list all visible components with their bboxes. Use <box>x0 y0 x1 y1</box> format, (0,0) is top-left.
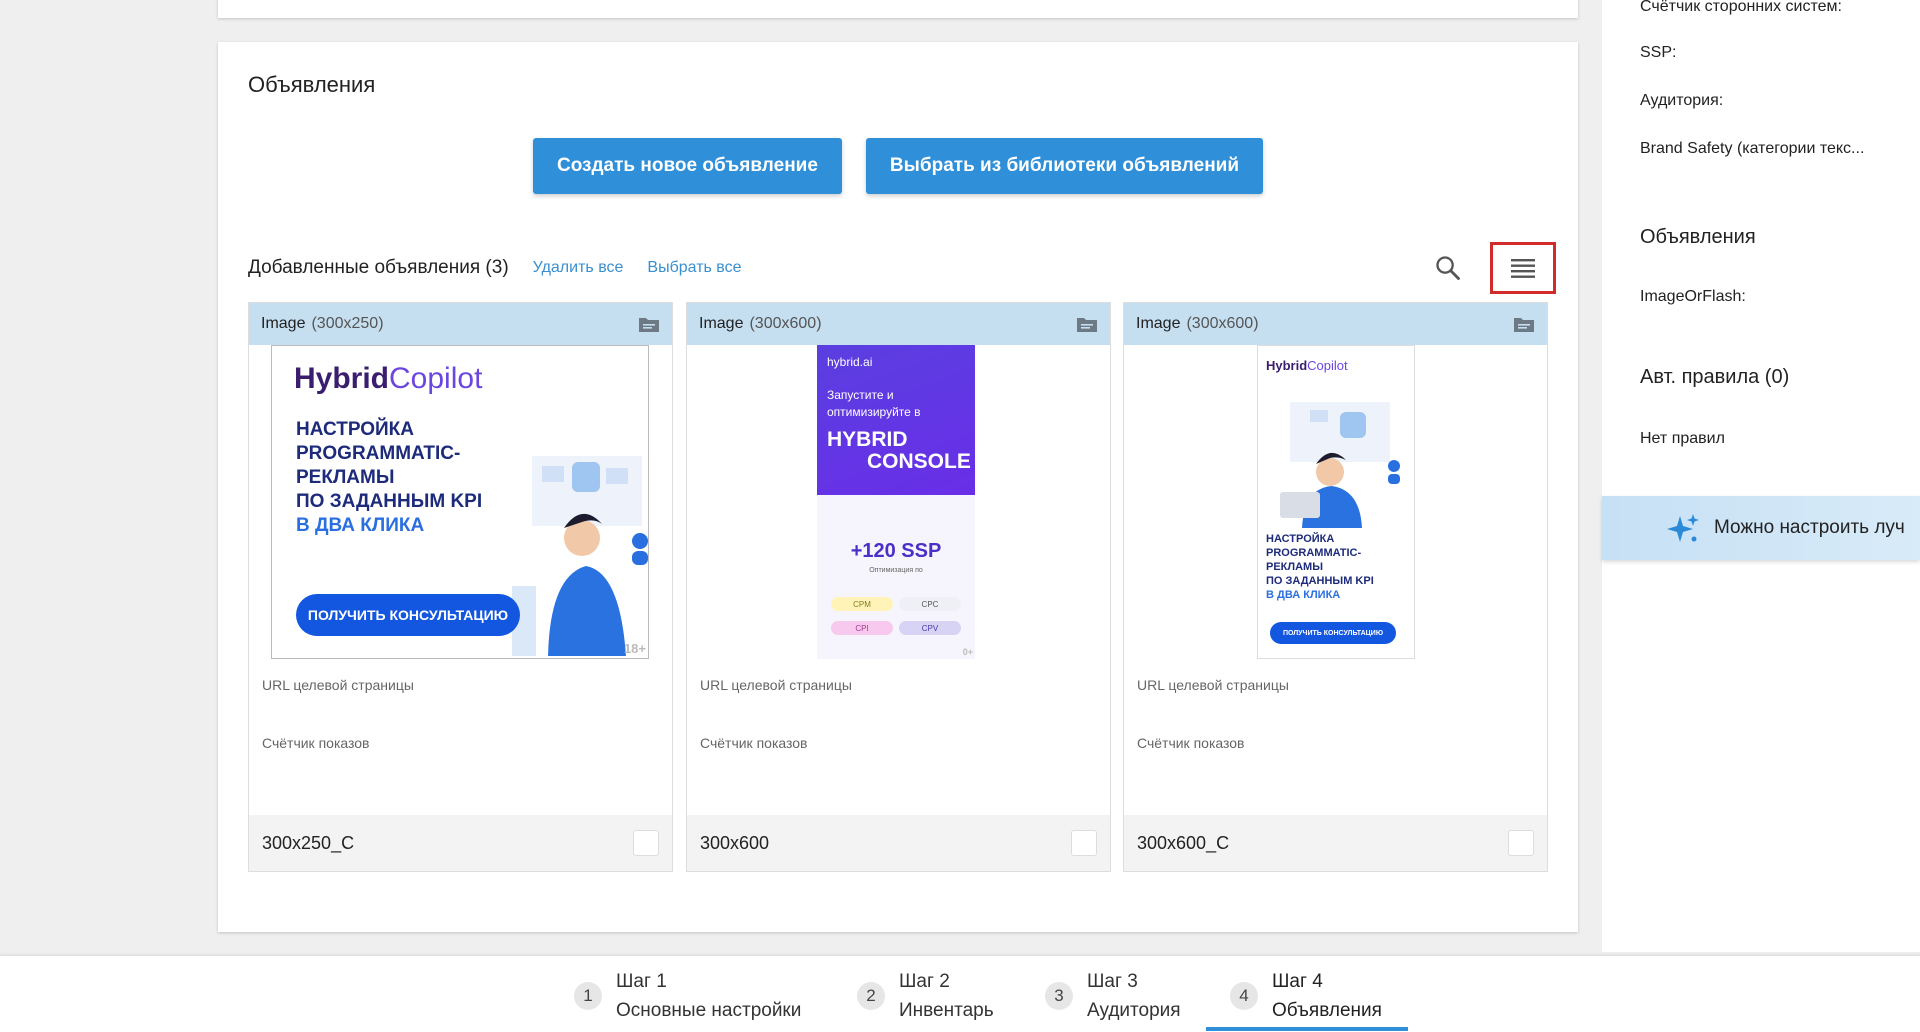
ad-size: (300x250) <box>311 315 384 332</box>
banner-subtitle: Запустите и оптимизируйте в <box>827 388 921 419</box>
sparkle-icon <box>1667 514 1699 542</box>
ad-meta: URL целевой страницы Счётчик показов <box>687 677 1110 751</box>
added-ads-toolbar: Добавленные объявления (3) Удалить все В… <box>248 238 1556 298</box>
ad-size: (300x600) <box>749 315 822 332</box>
ssp-count: +120 SSP <box>850 540 942 562</box>
section-title: Объявления <box>248 72 376 97</box>
step-4[interactable]: 4 Шаг 4 Объявления <box>1230 966 1382 1026</box>
audience-label: Аудитория: <box>1640 92 1724 109</box>
banner-cta: ПОЛУЧИТЬ КОНСУЛЬТАЦИЮ <box>1270 622 1396 644</box>
folder-icon[interactable] <box>1513 315 1535 333</box>
choose-from-library-button[interactable]: Выбрать из библиотеки объявлений <box>865 138 1264 194</box>
step-number: 3 <box>1045 982 1073 1010</box>
folder-icon[interactable] <box>638 315 660 333</box>
impression-counter-label: Счётчик показов <box>700 735 808 751</box>
ad-name: 300x250_C <box>262 832 355 853</box>
impression-counter-label: Счётчик показов <box>1137 735 1245 751</box>
brand-logo: HybridCopilot <box>1266 358 1348 373</box>
banner-creative-300x250: HybridCopilot НАСТРОЙКА PROGRAMMATIC- РЕ… <box>271 345 649 659</box>
ad-select-checkbox[interactable] <box>633 830 659 856</box>
banner-creative-300x600: HybridCopilot НАСТРОЙКА PROGRAMMATIC- РЕ… <box>1257 345 1415 659</box>
step-3[interactable]: 3 Шаг 3 Аудитория <box>1045 966 1181 1026</box>
person-illustration <box>1280 402 1400 528</box>
previous-section-card <box>218 0 1578 18</box>
step-label: Шаг 4 Объявления <box>1272 971 1382 1021</box>
view-tools <box>1434 242 1556 294</box>
banner-headline: НАСТРОЙКА PROGRAMMATIC- РЕКЛАМЫ ПО ЗАДАН… <box>1266 533 1374 601</box>
step-number: 2 <box>857 982 885 1010</box>
added-ads-title: Добавленные объявления (3) <box>248 257 509 278</box>
step-2[interactable]: 2 Шаг 2 Инвентарь <box>857 966 994 1026</box>
ad-card-footer: 300x600 <box>687 815 1110 871</box>
image-or-flash-label: ImageOrFlash: <box>1640 288 1746 305</box>
delete-all-link[interactable]: Удалить все <box>533 259 624 277</box>
target-url-label: URL целевой страницы <box>262 677 414 693</box>
target-url-label: URL целевой страницы <box>700 677 852 693</box>
ads-summary-heading: Объявления <box>1640 226 1756 248</box>
step-number: 4 <box>1230 982 1258 1010</box>
banner-cta: ПОЛУЧИТЬ КОНСУЛЬТАЦИЮ <box>296 594 520 636</box>
ad-meta: URL целевой страницы Счётчик показов <box>249 677 672 751</box>
step-label: Шаг 2 Инвентарь <box>899 971 994 1021</box>
ad-card-footer: 300x600_C <box>1124 815 1547 871</box>
ad-cards-grid: Image (300x250) HybridCopilot НАСТРОЙКА … <box>248 302 1548 872</box>
ad-preview[interactable]: HybridCopilot НАСТРОЙКА PROGRAMMATIC- РЕ… <box>249 345 672 665</box>
step-label: Шаг 1 Основные настройки <box>616 971 802 1021</box>
auto-rules-heading: Авт. правила (0) <box>1640 366 1790 388</box>
ad-type: Image <box>699 315 744 332</box>
ai-suggestion-banner[interactable]: Можно настроить луч <box>1602 496 1920 560</box>
third-party-counter-label: Счётчик сторонних систем: <box>1640 0 1842 15</box>
ad-select-checkbox[interactable] <box>1071 830 1097 856</box>
wizard-stepper: 1 Шаг 1 Основные настройки 2 Шаг 2 Инвен… <box>0 956 1920 1032</box>
target-url-label: URL целевой страницы <box>1137 677 1289 693</box>
brand-safety-label: Brand Safety (категории текс... <box>1640 140 1865 157</box>
create-ad-button[interactable]: Создать новое объявление <box>532 138 842 194</box>
ad-select-checkbox[interactable] <box>1508 830 1534 856</box>
active-step-indicator <box>1206 1027 1408 1031</box>
ad-name: 300x600_C <box>1137 832 1230 853</box>
ssp-label: SSP: <box>1640 44 1677 61</box>
folder-icon[interactable] <box>1076 315 1098 333</box>
ad-card-header: Image (300x250) <box>249 303 672 345</box>
person-illustration <box>512 456 648 656</box>
ad-meta: URL целевой страницы Счётчик показов <box>1124 677 1547 751</box>
pill-cpv: CPV <box>899 621 961 635</box>
ad-type: Image <box>1136 315 1181 332</box>
ad-name: 300x600 <box>700 832 770 853</box>
search-icon[interactable] <box>1434 254 1462 282</box>
step-1[interactable]: 1 Шаг 1 Основные настройки <box>574 966 801 1026</box>
list-icon <box>1511 259 1535 278</box>
optimization-label: Оптимизация по <box>869 567 923 574</box>
ad-card-header: Image (300x600) <box>1124 303 1547 345</box>
pill-cpi: CPI <box>831 621 893 635</box>
step-number: 1 <box>574 982 602 1010</box>
ad-card[interactable]: Image (300x250) HybridCopilot НАСТРОЙКА … <box>248 302 673 872</box>
banner-headline: НАСТРОЙКА PROGRAMMATIC- РЕКЛАМЫ ПО ЗАДАН… <box>296 419 483 536</box>
pill-cpc: CPC <box>899 597 961 611</box>
ad-type: Image <box>261 315 306 332</box>
ads-section-card: Объявления Создать новое объявление Выбр… <box>218 42 1578 932</box>
select-all-link[interactable]: Выбрать все <box>647 259 741 277</box>
step-label: Шаг 3 Аудитория <box>1087 971 1181 1021</box>
ads-action-buttons: Создать новое объявление Выбрать из библ… <box>218 138 1578 194</box>
pill-cpm: CPM <box>831 597 893 611</box>
ad-card[interactable]: Image (300x600) HybridCopilot НАСТРОЙКА … <box>1123 302 1548 872</box>
brand-logo: hybrid.ai <box>827 355 873 369</box>
no-rules-text: Нет правил <box>1640 430 1725 447</box>
banner-creative-300x600: hybrid.ai Запустите и оптимизируйте в HY… <box>817 345 975 659</box>
list-view-button[interactable] <box>1490 242 1556 294</box>
ad-size: (300x600) <box>1186 315 1259 332</box>
summary-panel: Счётчик сторонних систем: SSP: Аудитория… <box>1602 0 1920 952</box>
brand-logo: HybridCopilot <box>294 362 483 395</box>
ad-preview[interactable]: hybrid.ai Запустите и оптимизируйте в HY… <box>687 345 1110 665</box>
age-rating: 18+ <box>623 641 646 656</box>
ai-banner-text: Можно настроить луч <box>1714 517 1905 538</box>
ad-card-header: Image (300x600) <box>687 303 1110 345</box>
ad-card[interactable]: Image (300x600) hybrid.ai Запустите и оп… <box>686 302 1111 872</box>
ad-preview[interactable]: HybridCopilot НАСТРОЙКА PROGRAMMATIC- РЕ… <box>1124 345 1547 665</box>
impression-counter-label: Счётчик показов <box>262 735 370 751</box>
ad-card-footer: 300x250_C <box>249 815 672 871</box>
banner-headline: HYBRID CONSOLE <box>827 428 971 473</box>
age-rating: 0+ <box>962 647 973 657</box>
